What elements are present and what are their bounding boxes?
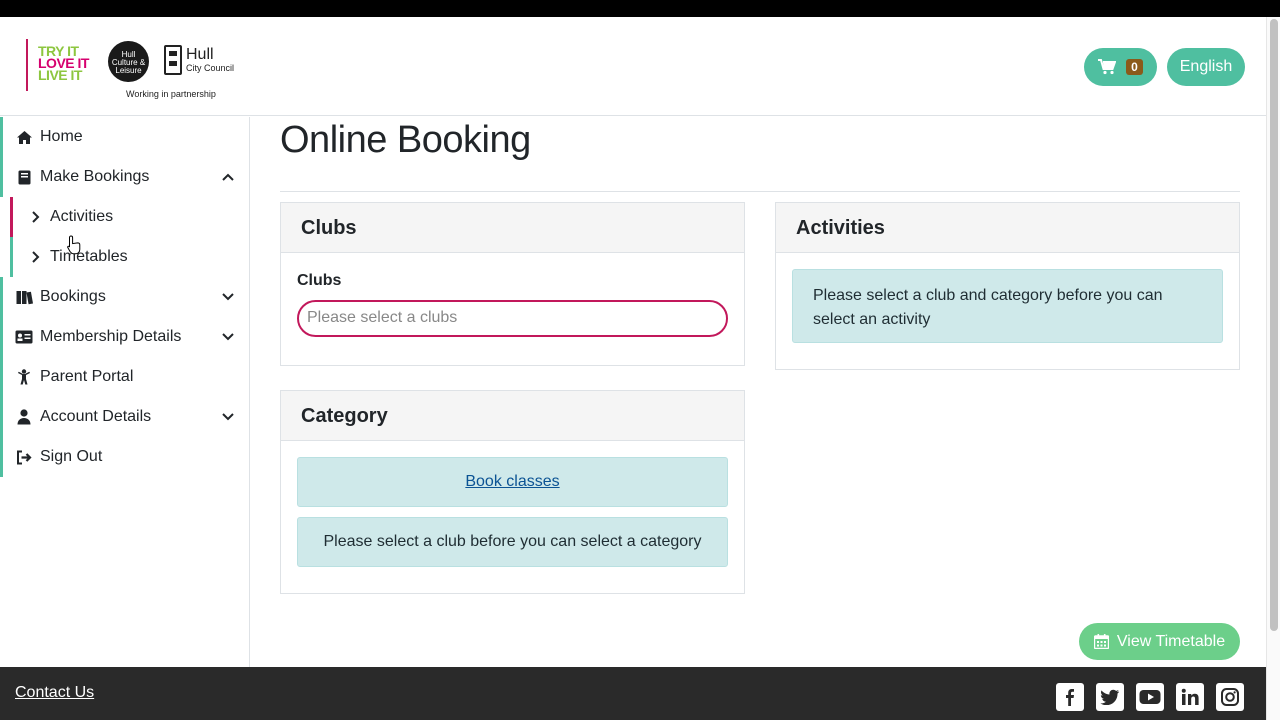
book-icon — [15, 169, 33, 185]
hull-culture-leisure-logo: Hull Culture & Leisure — [108, 41, 149, 82]
sidebar-item-label: Make Bookings — [40, 168, 150, 185]
activities-card-header: Activities — [776, 203, 1239, 253]
user-icon — [15, 409, 33, 425]
books-icon — [15, 289, 33, 305]
clubs-card-header: Clubs — [281, 203, 744, 253]
hcc-sub: City Council — [186, 63, 235, 73]
clubs-card: Clubs Clubs Please select a clubs — [280, 202, 745, 366]
chevron-up-icon[interactable] — [221, 170, 235, 184]
book-classes-link[interactable]: Book classes — [465, 473, 559, 490]
shopping-cart-icon — [1098, 59, 1117, 75]
chevron-right-icon — [32, 251, 40, 263]
sidebar-item-membership-details[interactable]: Membership Details — [0, 317, 249, 357]
instagram-icon[interactable] — [1216, 683, 1244, 711]
sidebar-item-label: Parent Portal — [40, 368, 134, 385]
clubs-card-body: Clubs Please select a clubs — [281, 253, 744, 353]
page: TRY IT LOVE IT LIVE IT Hull Culture & Le… — [0, 17, 1266, 720]
scrollbar-thumb[interactable] — [1270, 19, 1278, 631]
facebook-icon[interactable] — [1056, 683, 1084, 711]
youtube-icon[interactable] — [1136, 683, 1164, 711]
title-divider — [280, 191, 1240, 192]
site-header: TRY IT LOVE IT LIVE IT Hull Culture & Le… — [0, 17, 1266, 116]
sidebar-item-sign-out[interactable]: Sign Out — [0, 437, 249, 477]
hcl-text: Hull Culture & Leisure — [111, 50, 146, 75]
sidebar-item-bookings[interactable]: Bookings — [0, 277, 249, 317]
category-info-message: Please select a club before you can sele… — [297, 517, 728, 567]
category-card: Category Book classes Please select a cl… — [280, 390, 745, 594]
category-card-header: Category — [281, 391, 744, 441]
sidebar-nav: Home Make Bookings Activities Timetables… — [0, 117, 250, 667]
site-footer: Contact Us — [0, 667, 1266, 720]
logo-line-3: LIVE IT — [38, 67, 82, 83]
activities-info-message: Please select a club and category before… — [792, 269, 1223, 343]
hcc-name: Hull — [186, 46, 214, 63]
cart-count-badge: 0 — [1126, 59, 1143, 75]
partner-logo[interactable]: TRY IT LOVE IT LIVE IT Hull Culture & Le… — [26, 39, 238, 101]
sidebar-subitem-label: Activities — [50, 208, 114, 225]
calendar-icon — [1093, 634, 1109, 649]
sign-out-icon — [15, 449, 33, 465]
clubs-field-label: Clubs — [297, 272, 342, 289]
twitter-icon[interactable] — [1096, 683, 1124, 711]
logo-tagline: Working in partnership — [126, 89, 216, 99]
clubs-select[interactable]: Please select a clubs — [297, 300, 728, 337]
activities-card: Activities Please select a club and cate… — [775, 202, 1240, 370]
sidebar-item-account-details[interactable]: Account Details — [0, 397, 249, 437]
cart-button[interactable]: 0 — [1084, 48, 1157, 86]
chevron-down-icon[interactable] — [221, 330, 235, 344]
child-icon — [15, 369, 33, 385]
contact-us-link[interactable]: Contact Us — [15, 684, 94, 702]
page-title: Online Booking — [280, 119, 531, 161]
sidebar-subitem-timetables[interactable]: Timetables — [10, 237, 249, 277]
mouse-cursor-icon — [67, 235, 81, 255]
book-classes-box: Book classes — [297, 457, 728, 507]
sidebar-item-label: Bookings — [40, 288, 106, 305]
vertical-scrollbar[interactable] — [1266, 17, 1280, 720]
sidebar-item-label: Account Details — [40, 408, 152, 425]
city-council-crest-icon — [164, 45, 182, 75]
sidebar-item-label: Membership Details — [40, 328, 182, 345]
sidebar-item-label: Home — [40, 128, 83, 145]
sidebar-item-make-bookings[interactable]: Make Bookings — [0, 157, 249, 197]
city-council-logo-text: Hull City Council — [186, 47, 234, 74]
linkedin-icon[interactable] — [1176, 683, 1204, 711]
category-card-body: Book classes Please select a club before… — [281, 441, 744, 583]
sidebar-item-home[interactable]: Home — [0, 117, 249, 157]
id-card-icon — [15, 329, 33, 345]
sidebar-subitem-activities[interactable]: Activities — [10, 197, 249, 237]
sidebar-item-parent-portal[interactable]: Parent Portal — [0, 357, 249, 397]
language-button[interactable]: English — [1167, 48, 1245, 86]
try-it-love-it-live-it-logo: TRY IT LOVE IT LIVE IT — [26, 39, 104, 91]
browser-top-bar — [0, 0, 1280, 17]
home-icon — [15, 129, 33, 145]
chevron-down-icon[interactable] — [221, 410, 235, 424]
chevron-right-icon — [32, 211, 40, 223]
chevron-down-icon[interactable] — [221, 290, 235, 304]
sidebar-subitem-label: Timetables — [50, 248, 128, 265]
view-timetable-label: View Timetable — [1116, 632, 1226, 650]
view-timetable-button[interactable]: View Timetable — [1079, 623, 1240, 660]
sidebar-item-label: Sign Out — [40, 448, 103, 465]
activities-card-body: Please select a club and category before… — [776, 253, 1239, 359]
